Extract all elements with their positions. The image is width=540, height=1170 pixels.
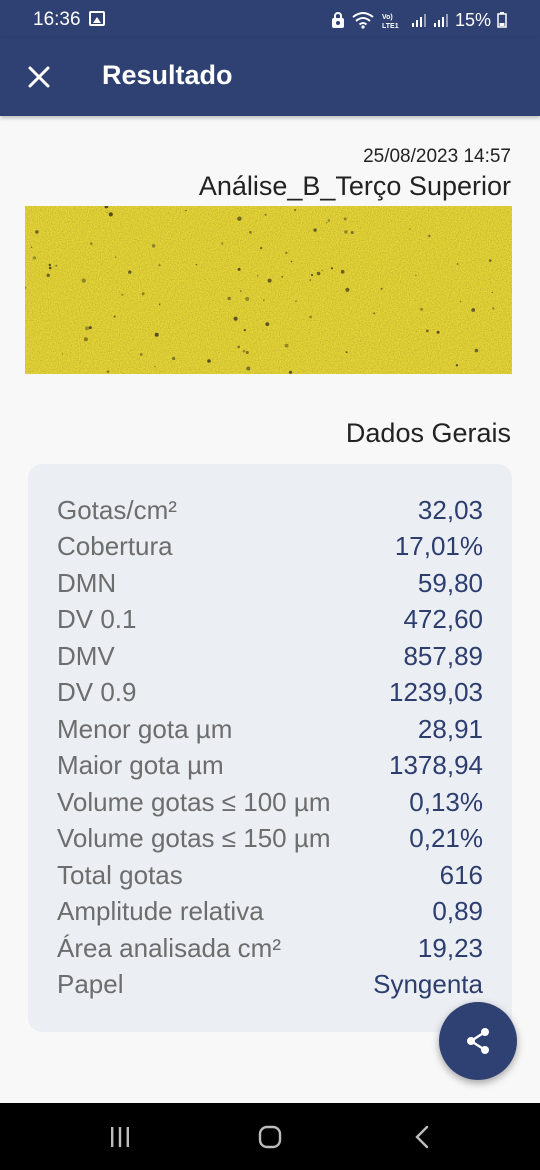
stat-value: 17,01% [394,531,483,562]
stat-value: 1239,03 [389,677,483,708]
stat-row: Maior gota µm 1378,94 [57,748,483,785]
image-icon [89,11,105,26]
status-bar: 16:36 Vo) LTE1 15% [0,0,540,38]
stat-label: Menor gota µm [57,713,233,744]
section-title: Dados Gerais [345,418,511,448]
share-icon [467,1028,489,1054]
signal-icon [433,14,448,27]
home-button[interactable] [255,1123,285,1151]
status-time: 16:36 [33,9,81,30]
status-icons: Vo) LTE1 15% [331,9,507,31]
stat-row: Gotas/cm² 32,03 [57,492,483,529]
stat-value: 1378,94 [389,750,483,781]
recents-icon [111,1127,129,1147]
stat-value: 472,60 [403,604,483,635]
stat-value: 0,89 [432,896,483,927]
stats-list: Gotas/cm² 32,03 Cobertura 17,01% DMN 59,80 DV … [57,492,483,1003]
stat-label: Maior gota µm [57,750,224,781]
vpn-key-icon [331,12,344,28]
stat-label: Volume gotas ≤ 100 µm [57,786,331,817]
stat-label: Volume gotas ≤ 150 µm [57,823,331,854]
stat-value: 28,91 [417,713,483,744]
back-button[interactable] [407,1123,437,1151]
svg-text:Vo): Vo) [382,14,393,21]
close-button[interactable] [22,60,56,94]
stat-label: Gotas/cm² [57,494,177,525]
battery-icon [497,12,507,28]
stat-row: Amplitude relativa 0,89 [57,894,483,931]
stats-card: Gotas/cm² 32,03 Cobertura 17,01% DMN 59,80 DV … [28,464,512,1032]
page-title: Resultado [102,60,233,90]
stat-label: DMN [57,567,117,598]
recents-button[interactable] [105,1123,135,1151]
stat-row: Área analisada cm² 19,23 [57,930,483,967]
close-icon [28,66,50,88]
stat-value: 59,80 [417,567,483,598]
analysis-datetime: 25/08/2023 14:57 [363,146,511,167]
share-button[interactable] [439,1002,517,1080]
battery-percent: 15% [454,9,491,30]
svg-text:LTE1: LTE1 [382,23,399,29]
stat-label: Papel [57,969,124,1000]
wifi-icon [352,12,374,29]
stat-row: DV 0.9 1239,03 [57,675,483,712]
back-icon [415,1125,429,1149]
app-bar: Resultado [0,38,540,116]
stat-value: 0,13% [409,786,483,817]
water-sensitive-paper-image [25,206,512,374]
stat-value: 857,89 [403,640,483,671]
home-icon [258,1125,282,1149]
stat-row: Volume gotas ≤ 100 µm 0,13% [57,784,483,821]
signal-icon [411,14,426,27]
stat-row: Papel Syngenta [57,967,483,1004]
stat-row: DV 0.1 472,60 [57,602,483,639]
stat-label: Amplitude relativa [57,896,264,927]
stat-row: Cobertura 17,01% [57,529,483,566]
navigation-bar [0,1103,540,1170]
stat-value: 32,03 [417,494,483,525]
stat-label: Área analisada cm² [57,932,281,963]
stat-row: Total gotas 616 [57,857,483,894]
stat-label: DV 0.1 [57,604,137,635]
stat-value: Syngenta [373,969,483,1000]
stat-row: DMV 857,89 [57,638,483,675]
stat-row: DMN 59,80 [57,565,483,602]
stat-value: 616 [439,859,483,890]
stat-label: DMV [57,640,115,671]
stat-label: Cobertura [57,531,173,562]
analysis-title: Análise_B_Terço Superior [198,171,511,201]
stat-value: 19,23 [417,932,483,963]
volte-lte-icon: Vo) LTE1 [382,14,399,29]
stat-label: DV 0.9 [57,677,137,708]
stat-label: Total gotas [57,859,183,890]
stat-row: Volume gotas ≤ 150 µm 0,21% [57,821,483,858]
stat-row: Menor gota µm 28,91 [57,711,483,748]
stat-value: 0,21% [409,823,483,854]
